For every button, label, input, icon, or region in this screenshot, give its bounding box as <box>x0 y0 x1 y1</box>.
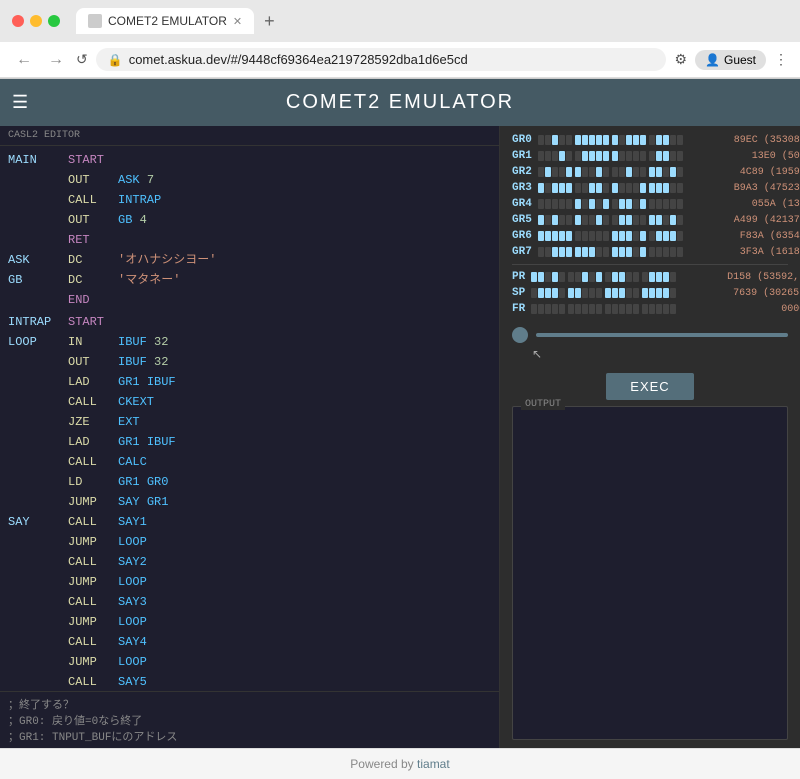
register-row: FR 0000 (0, 0) <box>512 303 788 315</box>
register-row: GR3 B9A3 (47523, -18013) <box>512 182 788 194</box>
title-bar: COMET2 EMULATOR ✕ + <box>0 0 800 42</box>
code-line: GBDC'マタネー' <box>0 270 499 290</box>
output-label: OUTPUT <box>521 399 565 410</box>
code-line: CALLSAY3 <box>0 592 499 612</box>
slider-knob[interactable] <box>512 327 528 343</box>
register-row: GR4 055A (1370, 1370) <box>512 198 788 210</box>
lock-icon: 🔒 <box>108 53 123 67</box>
register-row: GR5 A499 (42137, -23399) <box>512 214 788 226</box>
editor-content[interactable]: MAINSTARTOUTASK 7CALLINTRAPOUTGB 4RETASK… <box>0 146 499 691</box>
code-line: CALLSAY5 <box>0 672 499 691</box>
url-text: comet.askua.dev/#/9448cf69364ea219728592… <box>129 52 468 67</box>
register-row: SP 7639 (30265, 30265) <box>512 287 788 299</box>
code-line: CALLSAY2 <box>0 552 499 572</box>
new-tab-button[interactable]: + <box>258 11 281 32</box>
code-line: JUMPLOOP <box>0 572 499 592</box>
code-line: CALLCALC <box>0 452 499 472</box>
cursor-indicator: ↖ <box>532 347 542 361</box>
code-line: INTRAPSTART <box>0 312 499 332</box>
navigation-bar: ← → ↺ 🔒 comet.askua.dev/#/9448cf69364ea2… <box>0 42 800 78</box>
app-footer: Powered by tiamat <box>0 748 800 779</box>
status-line-2: ；GR0: 戻り値=0なら終了 <box>8 712 491 728</box>
menu-button[interactable]: ⋮ <box>774 51 788 68</box>
editor-label: CASL2 EDITOR <box>0 126 499 146</box>
main-content: CASL2 EDITOR MAINSTARTOUTASK 7CALLINTRAP… <box>0 126 800 748</box>
code-line: OUTIBUF 32 <box>0 352 499 372</box>
code-line: END <box>0 290 499 310</box>
code-line: LADGR1 IBUF <box>0 432 499 452</box>
minimize-button[interactable] <box>30 15 42 27</box>
address-bar[interactable]: 🔒 comet.askua.dev/#/9448cf69364ea2197285… <box>96 48 667 71</box>
code-line: OUTGB 4 <box>0 210 499 230</box>
register-row: GR6 F83A (63546, -1990) <box>512 230 788 242</box>
code-line: ASKDC'オハナシシヨー' <box>0 250 499 270</box>
code-line: CALLINTRAP <box>0 190 499 210</box>
code-line: LDGR1 GR0 <box>0 472 499 492</box>
app-header: ☰ COMET2 EMULATOR <box>0 79 800 126</box>
code-line: JUMPLOOP <box>0 532 499 552</box>
editor-status: ；終了する？ ；GR0: 戻り値=0なら終了 ；GR1: TNPUT_BUFにの… <box>0 691 499 748</box>
slider-track[interactable] <box>536 333 788 337</box>
register-row: GR2 4C89 (19593, 19593) <box>512 166 788 178</box>
tab-close-button[interactable]: ✕ <box>233 15 242 28</box>
code-line: JUMPLOOP <box>0 612 499 632</box>
status-line-3: ；GR1: TNPUT_BUFにのアドレス <box>8 728 491 744</box>
register-row: GR0 89EC (35308, -30228) <box>512 134 788 146</box>
code-line: JUMPLOOP <box>0 652 499 672</box>
register-panel: GR0 89EC (35308, -30228) GR1 13E0 (5088,… <box>500 126 800 748</box>
traffic-lights <box>12 15 60 27</box>
maximize-button[interactable] <box>48 15 60 27</box>
code-line: OUTASK 7 <box>0 170 499 190</box>
footer-link[interactable]: tiamat <box>417 757 450 771</box>
account-button[interactable]: 👤 Guest <box>695 50 766 70</box>
tab-bar: COMET2 EMULATOR ✕ + <box>68 8 289 34</box>
tab-title: COMET2 EMULATOR <box>108 14 227 28</box>
exec-button[interactable]: EXEC <box>606 373 693 400</box>
tab-favicon <box>88 14 102 28</box>
code-line: LOOPINIBUF 32 <box>0 332 499 352</box>
nav-right-controls: ⚙ 👤 Guest ⋮ <box>674 50 788 70</box>
forward-button[interactable]: → <box>44 49 68 71</box>
code-line: SAYCALLSAY1 <box>0 512 499 532</box>
register-row: GR7 3F3A (16186, 16186) <box>512 246 788 258</box>
active-tab[interactable]: COMET2 EMULATOR ✕ <box>76 8 254 34</box>
back-button[interactable]: ← <box>12 49 36 71</box>
reload-button[interactable]: ↺ <box>76 51 88 68</box>
code-line: MAINSTART <box>0 150 499 170</box>
code-line: LADGR1 IBUF <box>0 372 499 392</box>
extensions-button[interactable]: ⚙ <box>674 51 687 68</box>
registers-area: GR0 89EC (35308, -30228) GR1 13E0 (5088,… <box>500 126 800 327</box>
register-row: PR D158 (53592, -11944) <box>512 271 788 283</box>
app-title: COMET2 EMULATOR <box>286 91 514 114</box>
output-area: OUTPUT <box>512 406 788 740</box>
code-line: JZEEXT <box>0 412 499 432</box>
close-button[interactable] <box>12 15 24 27</box>
hamburger-button[interactable]: ☰ <box>12 92 28 113</box>
code-line: CALLCKEXT <box>0 392 499 412</box>
code-line: JUMPSAY GR1 <box>0 492 499 512</box>
code-line: CALLSAY4 <box>0 632 499 652</box>
register-row: GR1 13E0 (5088, 5088) <box>512 150 788 162</box>
footer-text: Powered by <box>350 757 413 771</box>
account-icon: 👤 <box>705 53 720 67</box>
code-line: RET <box>0 230 499 250</box>
status-line-1: ；終了する？ <box>8 696 491 712</box>
browser-chrome: COMET2 EMULATOR ✕ + ← → ↺ 🔒 comet.askua.… <box>0 0 800 79</box>
account-label: Guest <box>724 53 756 67</box>
editor-panel: CASL2 EDITOR MAINSTARTOUTASK 7CALLINTRAP… <box>0 126 500 748</box>
